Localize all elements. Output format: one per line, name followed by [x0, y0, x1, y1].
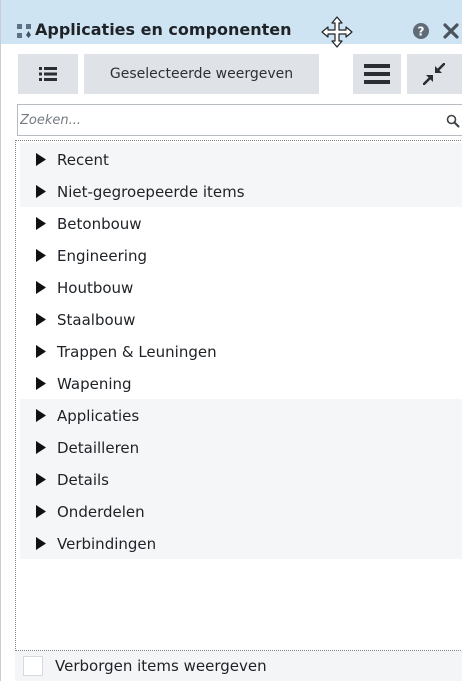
expand-triangle-icon[interactable] [36, 537, 46, 550]
tree-item-houtbouw[interactable]: Houtbouw [20, 271, 462, 303]
tree-item-label: Niet-gegroepeerde items [57, 183, 245, 201]
tree-item-label: Verbindingen [57, 535, 157, 553]
tree-item-label: Details [57, 471, 110, 489]
expand-triangle-icon[interactable] [36, 313, 46, 326]
footer: Verborgen items weergeven [15, 651, 462, 681]
show-hidden-label[interactable]: Verborgen items weergeven [55, 657, 267, 675]
collapse-button[interactable] [407, 54, 462, 94]
svg-text:?: ? [418, 25, 425, 39]
tree-item-wapening[interactable]: Wapening [20, 367, 462, 399]
tree-item-onderdelen[interactable]: Onderdelen [20, 495, 462, 527]
tree-item-details[interactable]: Details [20, 463, 462, 495]
collapse-arrows-icon [423, 63, 445, 85]
show-hidden-checkbox[interactable] [23, 656, 43, 676]
expand-triangle-icon[interactable] [36, 217, 46, 230]
hamburger-menu-icon [364, 64, 390, 84]
tree-item-trappen-leuningen[interactable]: Trappen & Leuningen [20, 335, 462, 367]
list-view-button[interactable] [18, 54, 78, 94]
tree-item-recent[interactable]: Recent [20, 143, 462, 175]
menu-button[interactable] [353, 54, 401, 94]
tree-item-label: Staalbouw [57, 311, 136, 329]
tree-item-verbindingen[interactable]: Verbindingen [20, 527, 462, 559]
tree-item-label: Trappen & Leuningen [57, 343, 217, 361]
search-icon[interactable] [446, 114, 460, 128]
tree-item-staalbouw[interactable]: Staalbouw [20, 303, 462, 335]
move-arrows-icon [321, 16, 353, 48]
expand-triangle-icon[interactable] [36, 249, 46, 262]
expand-triangle-icon[interactable] [36, 153, 46, 166]
expand-triangle-icon[interactable] [36, 473, 46, 486]
tree-item-label: Detailleren [57, 439, 140, 457]
expand-triangle-icon[interactable] [36, 345, 46, 358]
panel-title: Applicaties en componenten [35, 20, 292, 39]
search-box [17, 104, 462, 136]
tree-item-engineering[interactable]: Engineering [20, 239, 462, 271]
expand-triangle-icon[interactable] [36, 441, 46, 454]
tree-item-detailleren[interactable]: Detailleren [20, 431, 462, 463]
search-input[interactable] [20, 107, 420, 133]
expand-triangle-icon[interactable] [36, 505, 46, 518]
expand-triangle-icon[interactable] [36, 281, 46, 294]
tree-item-betonbouw[interactable]: Betonbouw [20, 207, 462, 239]
list-icon [39, 67, 57, 81]
tree-item-ungrouped[interactable]: Niet-gegroepeerde items [20, 175, 462, 207]
tree-item-label: Houtbouw [57, 279, 134, 297]
tree-item-label: Betonbouw [57, 215, 142, 233]
tree-item-label: Applicaties [57, 407, 140, 425]
tree-item-label: Wapening [57, 375, 132, 393]
component-tree: Recent Niet-gegroepeerde items Betonbouw… [15, 140, 462, 651]
expand-triangle-icon[interactable] [36, 185, 46, 198]
show-selected-button[interactable]: Geselecteerde weergeven [84, 54, 319, 94]
close-icon[interactable] [442, 22, 460, 40]
tree-item-applicaties[interactable]: Applicaties [20, 399, 462, 431]
help-icon[interactable]: ? [412, 22, 430, 40]
drag-handle-icon[interactable] [17, 24, 31, 38]
expand-triangle-icon[interactable] [36, 377, 46, 390]
tree-item-label: Engineering [57, 247, 147, 265]
applications-components-panel: Applicaties en componenten ? Geselecteer… [0, 0, 462, 681]
show-selected-label: Geselecteerde weergeven [109, 66, 294, 82]
expand-triangle-icon[interactable] [36, 409, 46, 422]
tree-item-label: Recent [57, 151, 109, 169]
tree-item-label: Onderdelen [57, 503, 145, 521]
title-bar[interactable]: Applicaties en componenten ? [1, 0, 462, 48]
